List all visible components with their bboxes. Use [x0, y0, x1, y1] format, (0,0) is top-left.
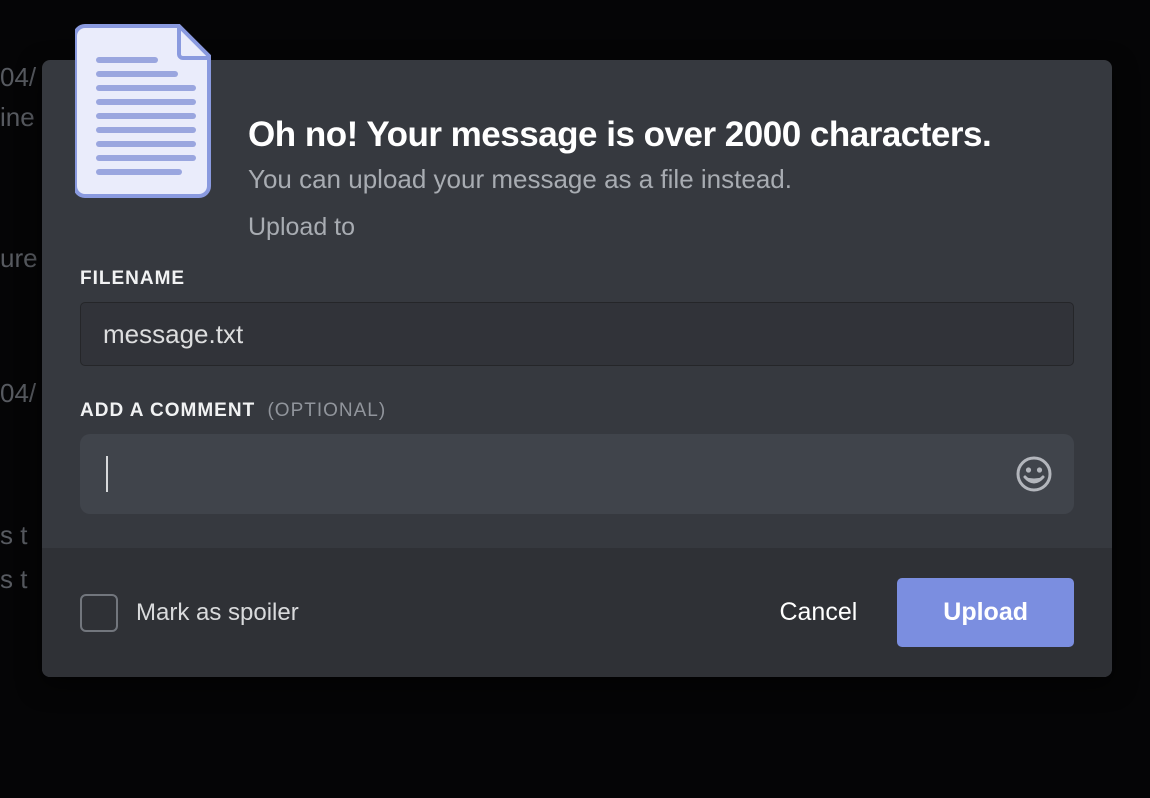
- document-file-icon: [75, 20, 219, 200]
- mark-as-spoiler-toggle[interactable]: Mark as spoiler: [80, 594, 299, 632]
- upload-destination-label: Upload to: [248, 213, 1074, 242]
- background-text: 04/: [0, 62, 36, 93]
- comment-label-text: ADD A COMMENT: [80, 400, 255, 421]
- modal-subtitle: You can upload your message as a file in…: [248, 164, 1074, 195]
- upload-button[interactable]: Upload: [897, 578, 1074, 647]
- background-text: s t: [0, 564, 27, 595]
- cancel-button[interactable]: Cancel: [773, 580, 863, 645]
- background-text: s t: [0, 520, 27, 551]
- emoji-picker-icon: [1016, 456, 1052, 492]
- background-text: 04/: [0, 378, 36, 409]
- spoiler-label: Mark as spoiler: [136, 599, 299, 627]
- comment-optional-hint: (OPTIONAL): [267, 400, 386, 421]
- filename-input[interactable]: [80, 302, 1074, 366]
- spoiler-checkbox[interactable]: [80, 594, 118, 632]
- filename-label: FILENAME: [80, 268, 1074, 290]
- comment-label: ADD A COMMENT (OPTIONAL): [80, 400, 1074, 422]
- comment-input[interactable]: [80, 434, 1074, 514]
- background-text: ine: [0, 102, 35, 133]
- background-text: ure: [0, 243, 38, 274]
- emoji-picker-button[interactable]: [1014, 454, 1054, 494]
- upload-as-file-modal: Oh no! Your message is over 2000 charact…: [42, 60, 1112, 677]
- modal-footer: Mark as spoiler Cancel Upload: [42, 548, 1112, 677]
- modal-title: Oh no! Your message is over 2000 charact…: [248, 114, 1074, 156]
